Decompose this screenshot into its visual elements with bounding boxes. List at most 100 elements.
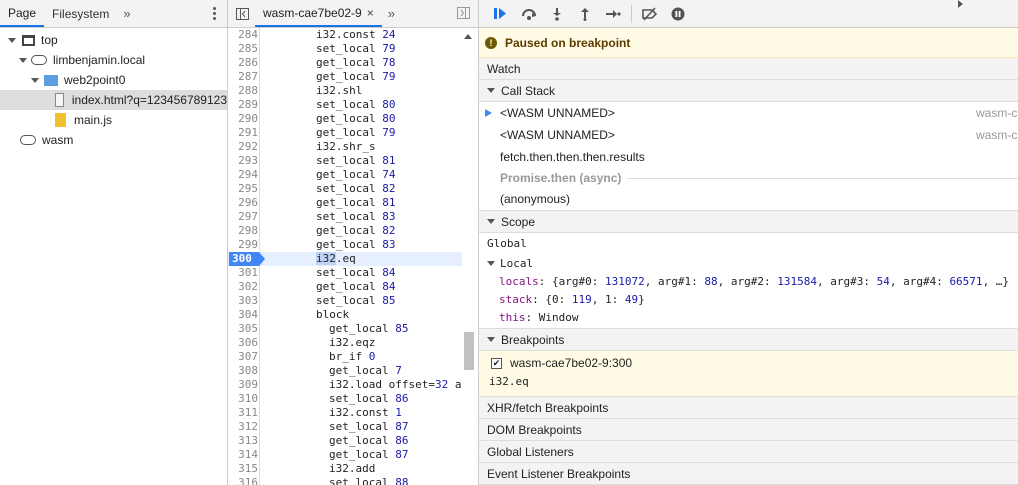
more-tabs-button[interactable]: » [117,0,136,27]
code-line[interactable]: 306 i32.eqz [228,336,462,350]
line-number[interactable]: 299 [228,238,258,252]
line-number[interactable]: 287 [228,70,258,84]
line-number[interactable]: 303 [228,294,258,308]
expand-arrow-icon[interactable] [8,37,16,43]
code-line[interactable]: 303 set_local 85 [228,294,462,308]
section-dom-breakpoints[interactable]: DOM Breakpoints [479,0,1018,441]
line-number[interactable]: 309 [228,378,258,392]
scrollbar-thumb[interactable] [464,332,474,370]
line-number[interactable]: 302 [228,280,258,294]
tree-item-top[interactable]: top [0,30,227,50]
breakpoint-checkbox[interactable]: ✔ [491,358,502,369]
line-number[interactable]: 289 [228,98,258,112]
code-line[interactable]: 313 get_local 86 [228,434,462,448]
line-number[interactable]: 288 [228,84,258,98]
line-number[interactable]: 314 [228,448,258,462]
step-into-button[interactable] [543,4,571,24]
line-number[interactable]: 294 [228,168,258,182]
code-line[interactable]: 289 set_local 80 [228,98,462,112]
step-button[interactable] [599,4,627,24]
line-number[interactable]: 286 [228,56,258,70]
section-event-listener-breakpoints[interactable]: Event Listener Breakpoints [479,0,1018,485]
code-line[interactable]: 310 set_local 86 [228,392,462,406]
scope-var-locals[interactable]: locals: {arg#0: 131072, arg#1: 88, arg#2… [479,0,1018,290]
breakpoint-marker[interactable]: 300 [229,252,265,266]
line-number[interactable]: 308 [228,364,258,378]
tab-filesystem[interactable]: Filesystem [44,0,117,27]
resume-button[interactable] [487,4,515,24]
code-line[interactable]: 287 get_local 79 [228,70,462,84]
code-line[interactable]: 292 i32.shr_s [228,140,462,154]
code-line[interactable]: 315 i32.add [228,462,462,476]
line-number[interactable]: 297 [228,210,258,224]
tree-item-limbenjamin-local[interactable]: limbenjamin.local [0,50,227,70]
code-line[interactable]: 288 i32.shl [228,84,462,98]
line-number[interactable]: 301 [228,266,258,280]
code-line[interactable]: 285 set_local 79 [228,42,462,56]
line-number[interactable]: 293 [228,154,258,168]
pause-on-exceptions-button[interactable] [664,4,692,24]
step-over-button[interactable] [515,4,543,24]
line-number[interactable]: 316 [228,476,258,485]
section-global-listeners[interactable]: Global Listeners [479,0,1018,463]
code-line[interactable]: 304 block [228,308,462,322]
code-line[interactable]: 297 set_local 83 [228,210,462,224]
tree-item-web2point0[interactable]: web2point0 [0,70,227,90]
code-line[interactable]: 295 set_local 82 [228,182,462,196]
line-number[interactable]: 284 [228,28,258,42]
code-line[interactable]: 296 get_local 81 [228,196,462,210]
deactivate-breakpoints-button[interactable] [636,4,664,24]
line-number[interactable]: 312 [228,420,258,434]
line-number[interactable]: 307 [228,350,258,364]
code-line[interactable]: 308 get_local 7 [228,364,462,378]
code-line[interactable]: 309 i32.load offset=32 a [228,378,462,392]
line-number[interactable]: 295 [228,182,258,196]
code-editor[interactable]: 284 i32.const 24 285 set_local 79 286 get_loc… [228,28,479,485]
section-scope[interactable]: Scope [479,211,1018,233]
scope-var-stack[interactable]: stack: {0: 119, 1: 49} [479,0,1018,308]
line-number[interactable]: 306 [228,336,258,350]
breakpoint-item[interactable]: ✔ wasm-cae7be02-9:300 i32.eq [479,351,1018,397]
section-xhr-breakpoints[interactable]: XHR/fetch Breakpoints [479,0,1018,419]
editor-scrollbar[interactable] [462,28,474,485]
code-line[interactable]: 293 set_local 81 [228,154,462,168]
scope-global[interactable]: Global [479,0,1018,252]
section-watch[interactable]: Watch [479,0,1018,80]
more-editor-tabs-button[interactable]: » [382,0,401,27]
expand-arrow-icon[interactable] [19,57,27,63]
tab-wasm-file[interactable]: wasm-cae7be02-9 × [255,0,382,27]
call-frame[interactable]: (anonymous) [479,188,1018,210]
scope-var-this[interactable]: this: Window [479,0,1018,326]
tree-item-main-js[interactable]: main.js [0,110,227,130]
code-line[interactable]: 294 get_local 74 [228,168,462,182]
line-number[interactable]: 315 [228,462,258,476]
code-line[interactable]: 291 get_local 79 [228,126,462,140]
kebab-menu-icon[interactable] [213,6,217,22]
call-frame-current[interactable]: <WASM UNNAMED> wasm-c [479,102,1018,124]
call-frame[interactable]: <WASM UNNAMED> wasm-c [479,124,1018,146]
section-call-stack[interactable]: Call Stack [479,80,1018,102]
code-line[interactable]: 314 get_local 87 [228,448,462,462]
code-line[interactable]: 302 get_local 84 [228,280,462,294]
section-breakpoints[interactable]: Breakpoints [479,329,1018,351]
code-line[interactable]: 299 get_local 83 [228,238,462,252]
call-frame[interactable]: fetch.then.then.then.results [479,146,1018,168]
code-line[interactable]: 307 br_if 0 [228,350,462,364]
frame-location[interactable]: wasm-c [976,128,1018,142]
step-out-button[interactable] [571,4,599,24]
line-number[interactable]: 305 [228,322,258,336]
toggle-navigator-button[interactable] [228,0,255,27]
code-line[interactable]: 298 get_local 82 [228,224,462,238]
line-number[interactable]: 311 [228,406,258,420]
line-number[interactable]: 291 [228,126,258,140]
tree-item-index-html[interactable]: index.html?q=123456789123 [0,90,227,110]
line-number[interactable]: 304 [228,308,258,322]
tree-item-wasm[interactable]: wasm [0,130,227,150]
code-line[interactable]: 284 i32.const 24 [228,28,462,42]
line-number[interactable]: 310 [228,392,258,406]
code-line[interactable]: 311 i32.const 1 [228,406,462,420]
code-line[interactable]: 290 get_local 80 [228,112,462,126]
line-number[interactable]: 296 [228,196,258,210]
tab-page[interactable]: Page [0,0,45,27]
scroll-up-arrow-icon[interactable] [464,34,472,39]
